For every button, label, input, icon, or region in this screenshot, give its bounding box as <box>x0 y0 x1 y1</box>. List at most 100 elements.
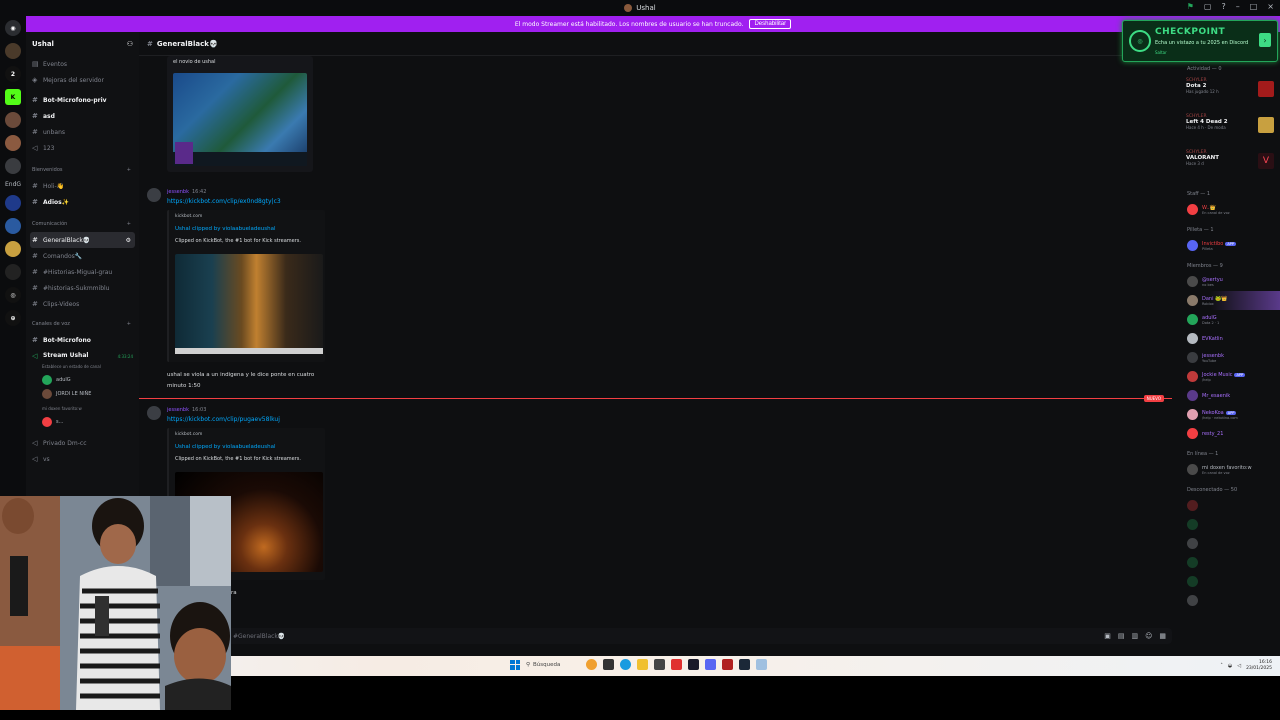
voice-user[interactable]: adulG <box>26 373 139 387</box>
app-icon[interactable] <box>756 659 767 670</box>
channel-item[interactable]: # asd <box>26 108 139 124</box>
channel-item[interactable]: # Bot-Microfono-priv <box>26 92 139 108</box>
game-screenshot-image[interactable] <box>173 73 307 166</box>
taskbar-search[interactable]: ⚲ Búsqueda <box>526 662 580 668</box>
channel-status[interactable]: Establece un estado de canal <box>26 364 139 373</box>
member-item[interactable]: Jockie Music APP/help <box>1180 367 1280 386</box>
author-name[interactable]: jessenbk <box>167 189 189 195</box>
member-item-offline[interactable] <box>1180 591 1280 610</box>
network-icon[interactable]: ◒ <box>1228 663 1232 669</box>
app-icon[interactable] <box>688 659 699 670</box>
member-item-offline[interactable] <box>1180 515 1280 534</box>
arrow-right-icon[interactable]: › <box>1259 33 1271 47</box>
sticker-icon[interactable]: ▥ <box>1131 632 1138 640</box>
author-name[interactable]: jessenbk <box>167 407 189 413</box>
explorer-icon[interactable] <box>637 659 648 670</box>
video-thumbnail[interactable] <box>175 254 323 354</box>
category-header[interactable]: Bienvenidos + <box>26 162 139 178</box>
gif-icon[interactable]: ▤ <box>1118 632 1125 640</box>
voice-user[interactable]: mi doxen favorito:w <box>26 401 139 415</box>
server-icon[interactable] <box>5 218 21 234</box>
member-item-offline[interactable] <box>1180 553 1280 572</box>
member-item[interactable]: @sertyu no bes <box>1180 272 1280 291</box>
add-channel-icon[interactable]: + <box>127 167 131 173</box>
member-item[interactable]: Mr_esaenik <box>1180 386 1280 405</box>
taskview-icon[interactable] <box>603 659 614 670</box>
disable-streamer-button[interactable]: Deshabilitar <box>749 19 792 29</box>
taskbar-clock[interactable]: 16:16 23/01/2025 <box>1246 660 1272 672</box>
embed-title[interactable]: Ushal clipped by violaabueladeushal <box>175 226 276 232</box>
member-item[interactable]: adulG Dota 2 · 1 <box>1180 310 1280 329</box>
apps-icon[interactable]: ▦ <box>1159 632 1166 640</box>
category-header[interactable]: Canales de voz + <box>26 316 139 332</box>
member-item[interactable]: jessenbk YouTube <box>1180 348 1280 367</box>
app-icon[interactable] <box>722 659 733 670</box>
member-item[interactable]: Invictibo APP Pilleta <box>1180 236 1280 255</box>
add-member-icon[interactable]: ⚇ <box>127 40 133 48</box>
chevron-up-icon[interactable]: ˄ <box>1220 663 1223 669</box>
update-flag-icon[interactable]: ⚑ <box>1187 2 1194 11</box>
server-icon[interactable] <box>5 158 21 174</box>
member-item[interactable]: NekoKoa APP/help · nekotina.com <box>1180 405 1280 424</box>
minimize-icon[interactable]: – <box>1236 2 1240 11</box>
volume-icon[interactable]: ◁ <box>1237 663 1241 669</box>
server-icon[interactable] <box>5 241 21 257</box>
embed-title[interactable]: Ushal clipped by violaabueladeushal <box>175 444 276 450</box>
voice-user[interactable]: s... <box>26 415 139 429</box>
boosts-item[interactable]: ◈ Mejoras del servidor <box>26 72 139 88</box>
message-input[interactable]: #GeneralBlack💀 <box>147 628 1172 644</box>
channel-item[interactable]: # Comandos🔧 <box>26 248 139 264</box>
server-icon[interactable] <box>5 43 21 59</box>
settings-icon[interactable]: ⚙ <box>126 237 131 244</box>
member-item-offline[interactable] <box>1180 534 1280 553</box>
channel-item[interactable]: ◁ 123 <box>26 140 139 156</box>
activity-card[interactable]: SCHYLER Left 4 Dead 2 Hace 4 h · De moda <box>1180 111 1280 147</box>
message-link[interactable]: https://kickbot.com/clip/pugaev58lkuj <box>167 416 280 423</box>
help-icon[interactable]: ? <box>1221 2 1225 11</box>
image-attachment[interactable]: el novio de ushal <box>167 56 313 172</box>
channel-item[interactable]: # Adios✨ <box>26 194 139 210</box>
inbox-icon[interactable]: ▢ <box>1204 2 1212 11</box>
channel-item[interactable]: # Clips-Videos <box>26 296 139 312</box>
server-folder-label[interactable]: EndG <box>5 181 21 188</box>
member-item[interactable]: EVKatlin <box>1180 329 1280 348</box>
gift-icon[interactable]: ▣ <box>1104 632 1111 640</box>
embed-site[interactable]: kickbot.com <box>175 432 202 437</box>
server-icon[interactable] <box>5 135 21 151</box>
server-icon[interactable]: 2 <box>5 66 21 82</box>
steam-icon[interactable] <box>739 659 750 670</box>
kick-server-icon[interactable]: K <box>5 89 21 105</box>
member-item-offline[interactable] <box>1180 572 1280 591</box>
avatar[interactable] <box>147 188 161 202</box>
member-item[interactable]: Dani 🐸👑 Roblox <box>1180 291 1280 310</box>
server-icon[interactable] <box>5 264 21 280</box>
voice-channel-item[interactable]: ◁ Privado Dm-cc <box>26 435 139 451</box>
explore-icon[interactable]: ◎ <box>5 287 21 303</box>
app-icon[interactable] <box>671 659 682 670</box>
discord-icon[interactable] <box>705 659 716 670</box>
embed-site[interactable]: kickbot.com <box>175 214 202 219</box>
emoji-icon[interactable]: ☺ <box>1145 632 1152 640</box>
dm-home-icon[interactable]: ◉ <box>5 20 21 36</box>
channel-item[interactable]: # #historias-Sukmmiblu <box>26 280 139 296</box>
member-item[interactable]: resty_21 <box>1180 424 1280 443</box>
server-header[interactable]: Ushal ⚇ <box>26 32 139 56</box>
windows-start-icon[interactable] <box>510 659 520 670</box>
checkpoint-promo[interactable]: ◎ CHECKPOINT Echa un vistazo a tu 2025 e… <box>1122 20 1278 62</box>
checkpoint-skip-link[interactable]: Saltar <box>1155 50 1167 55</box>
voice-user[interactable]: JORDI LE NIÑE <box>26 387 139 401</box>
server-icon[interactable] <box>5 112 21 128</box>
member-item[interactable]: W..👑 En canal de voz <box>1180 200 1280 219</box>
add-channel-icon[interactable]: + <box>127 221 131 227</box>
member-item-offline[interactable] <box>1180 496 1280 515</box>
channel-item[interactable]: # Holi-👋 <box>26 178 139 194</box>
add-channel-icon[interactable]: + <box>127 321 131 327</box>
download-icon[interactable]: ⊕ <box>5 310 21 326</box>
channel-item[interactable]: # unbans <box>26 124 139 140</box>
events-item[interactable]: ▤ Eventos <box>26 56 139 72</box>
app-icon[interactable] <box>654 659 665 670</box>
avatar[interactable] <box>147 406 161 420</box>
voice-channel-item[interactable]: ◁ vs <box>26 451 139 467</box>
voice-channel-item[interactable]: ◁ Stream Ushal 4:33:24 <box>26 348 139 364</box>
edge-icon[interactable] <box>620 659 631 670</box>
